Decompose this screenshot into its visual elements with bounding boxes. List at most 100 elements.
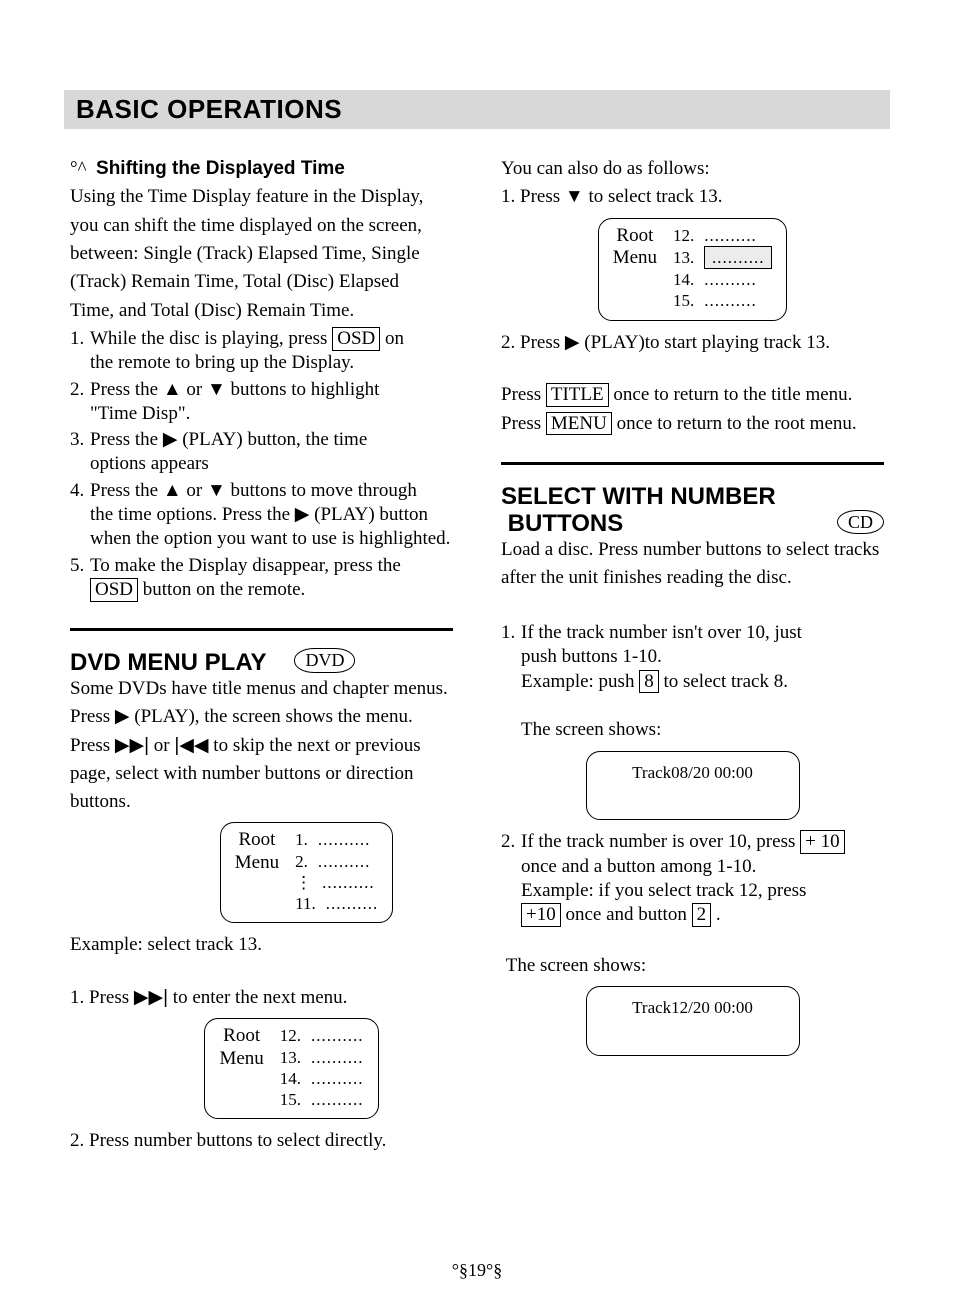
text: Press xyxy=(501,384,546,405)
text: to skip the next or previous xyxy=(213,735,420,756)
row-num: 11. xyxy=(295,893,316,914)
play-icon: ▶ xyxy=(115,706,130,727)
text: button on the remote. xyxy=(143,579,306,600)
text: 1. Press xyxy=(70,987,134,1008)
text: Press TITLE once to return to the title … xyxy=(501,383,884,407)
step-body: If the track number is over 10, press + … xyxy=(521,830,884,927)
key-title: TITLE xyxy=(546,383,609,407)
text: Press xyxy=(501,413,546,434)
text: Press the xyxy=(90,379,163,400)
row-dots: .......... xyxy=(311,1068,364,1089)
intro-line: between: Single (Track) Elapsed Time, Si… xyxy=(70,242,453,266)
text: to select track 8. xyxy=(663,671,788,692)
root-menu-panel-1: Root Menu 1........... 2........... ⋮...… xyxy=(160,822,453,923)
num-step-1: 1. If the track number isn't over 10, ju… xyxy=(501,621,884,743)
page-number: °§19°§ xyxy=(0,1260,954,1281)
text: the remote to bring up the Display. xyxy=(90,352,354,373)
text: Press MENU once to return to the root me… xyxy=(501,412,884,436)
text: If the track number is over 10, press xyxy=(521,831,800,852)
selected-row: .......... xyxy=(704,246,772,269)
root-menu-panel-2: Root Menu 12........... 13........... 14… xyxy=(130,1018,453,1119)
step-body: Press the ▶ (PLAY) button, the time opti… xyxy=(90,428,453,477)
text: Example: select track 13. xyxy=(70,933,453,957)
text: Example: if you select track 12, press xyxy=(521,880,806,901)
screen-panel-1: Track08/20 00:00 xyxy=(501,751,884,821)
cd-badge: CD xyxy=(837,510,884,535)
text: You can also do as follows: xyxy=(501,157,884,181)
row-num: 14. xyxy=(673,269,694,290)
text: once to return to the root menu. xyxy=(617,413,857,434)
two-columns: °^ Shifting the Displayed Time Using the… xyxy=(70,157,884,1158)
text: to select track 13. xyxy=(588,186,722,207)
intro-line: (Track) Remain Time, Total (Disc) Elapse… xyxy=(70,270,453,294)
section-heading-bar: BASIC OPERATIONS xyxy=(64,90,890,129)
row-num: 12. xyxy=(673,225,694,246)
text: the time options. Press the xyxy=(90,504,295,525)
step-body: To make the Display disappear, press the… xyxy=(90,554,453,603)
key-plus10: + 10 xyxy=(800,830,844,854)
key-menu: MENU xyxy=(546,412,612,436)
heading-line2: BUTTONS xyxy=(501,510,623,538)
row-num: 15. xyxy=(280,1089,301,1110)
section-heading: BASIC OPERATIONS xyxy=(76,94,342,124)
subheading-row: °^ Shifting the Displayed Time xyxy=(70,157,453,181)
text: Press xyxy=(70,706,115,727)
down-icon: ▼ xyxy=(207,379,226,400)
step-5: 5. To make the Display disappear, press … xyxy=(70,554,453,603)
text: If the track number isn't over 10, just xyxy=(521,622,802,643)
text: To make the Display disappear, press the xyxy=(90,555,401,576)
subheading-dvd-menu: DVD MENU PLAY xyxy=(70,649,266,677)
menu-label: Menu xyxy=(219,1048,263,1071)
text: The screen shows: xyxy=(506,955,646,976)
right-column: You can also do as follows: 1. Press ▼ t… xyxy=(501,157,884,1158)
dvd-badge: DVD xyxy=(294,648,355,673)
text: Example: push xyxy=(521,671,639,692)
text: While the disc is playing, press xyxy=(90,328,332,349)
row-dots: .......... xyxy=(326,893,379,914)
screen-text: Track08/20 00:00 xyxy=(632,763,753,782)
dvd-title-row: DVD MENU PLAY DVD xyxy=(70,649,453,677)
play-icon: ▶ xyxy=(295,504,310,525)
row-dots: .......... xyxy=(311,1047,364,1068)
text: 2. Press ▶ (PLAY)to start playing track … xyxy=(501,331,884,355)
row-dots: .......... xyxy=(704,225,757,246)
text: when the option you want to use is highl… xyxy=(90,528,450,549)
text: buttons to move through xyxy=(231,480,417,501)
text: (PLAY), the screen shows the menu. xyxy=(134,706,412,727)
next-icon: ▶▶| xyxy=(115,735,149,756)
screen-panel-2: Track12/20 00:00 xyxy=(501,986,884,1056)
text: or xyxy=(154,735,175,756)
text: "Time Disp". xyxy=(90,403,190,424)
text: 1. Press xyxy=(501,186,565,207)
row-num: 1. xyxy=(295,829,308,850)
intro-line: you can shift the time displayed on the … xyxy=(70,214,453,238)
intro-line: Using the Time Display feature in the Di… xyxy=(70,185,453,209)
row-num: 12. xyxy=(280,1025,301,1046)
step-number: 5. xyxy=(70,554,90,603)
menu-label: Menu xyxy=(235,852,279,875)
down-icon: ▼ xyxy=(565,186,584,207)
text: Press ▶ (PLAY), the screen shows the men… xyxy=(70,705,453,729)
left-column: °^ Shifting the Displayed Time Using the… xyxy=(70,157,453,1158)
step-number: 2. xyxy=(501,830,521,927)
num-step-2: 2. If the track number is over 10, press… xyxy=(501,830,884,927)
text: to enter the next menu. xyxy=(173,987,348,1008)
degrees-mark: °^ xyxy=(70,158,87,179)
text: Press ▶▶| or |◀◀ to skip the next or pre… xyxy=(70,734,453,758)
root-menu-panel-3: Root Menu 12........... 13........... 14… xyxy=(501,218,884,321)
step-number: 3. xyxy=(70,428,90,477)
text: The screen shows: xyxy=(501,954,884,978)
key-2: 2 xyxy=(692,903,712,927)
row-num: 13. xyxy=(280,1047,301,1068)
row-dots: .......... xyxy=(311,1089,364,1110)
row-dots: .......... xyxy=(318,829,371,850)
down-icon: ▼ xyxy=(207,480,226,501)
text: Press the xyxy=(90,429,163,450)
text: page, select with number buttons or dire… xyxy=(70,762,453,786)
text: The screen shows: xyxy=(521,719,661,740)
row-dots: .......... xyxy=(311,1025,364,1046)
row-num: 15. xyxy=(673,290,694,311)
row-num: 2. xyxy=(295,851,308,872)
up-icon: ▲ xyxy=(163,480,182,501)
row-num: 13. xyxy=(673,247,694,268)
